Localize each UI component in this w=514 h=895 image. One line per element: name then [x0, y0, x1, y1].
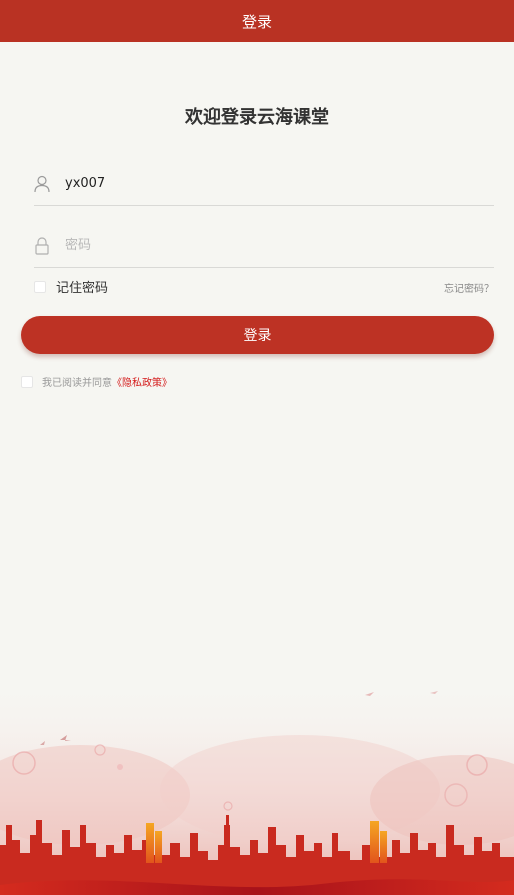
- lock-icon: [34, 236, 50, 256]
- user-icon: [34, 174, 50, 194]
- welcome-title: 欢迎登录云海课堂: [185, 107, 329, 128]
- privacy-policy-link[interactable]: 《隐私政策》: [112, 378, 172, 389]
- password-input[interactable]: [65, 230, 465, 261]
- navbar: 登录: [0, 0, 514, 42]
- forgot-password-link[interactable]: 忘记密码？: [444, 280, 494, 295]
- agree-checkbox[interactable]: [21, 375, 33, 388]
- agreement-text: 我已阅读并同意《隐私政策》: [42, 374, 172, 389]
- login-page: 登录 欢迎登录云海课堂 记住密码 忘记密码？ 登录 我已阅读并同意《隐私政策》: [0, 0, 514, 895]
- password-field: [34, 224, 494, 268]
- login-button[interactable]: 登录: [21, 316, 494, 354]
- username-input[interactable]: [65, 168, 465, 199]
- agreement-prefix: 我已阅读并同意: [42, 378, 112, 389]
- navbar-title: 登录: [241, 12, 272, 31]
- city-skyline-illustration: [0, 675, 514, 895]
- remember-password: 记住密码: [34, 277, 108, 296]
- privacy-agreement: 我已阅读并同意《隐私政策》: [21, 374, 172, 389]
- remember-label: 记住密码: [56, 281, 109, 296]
- remember-checkbox[interactable]: [34, 280, 46, 293]
- username-field: [34, 162, 494, 206]
